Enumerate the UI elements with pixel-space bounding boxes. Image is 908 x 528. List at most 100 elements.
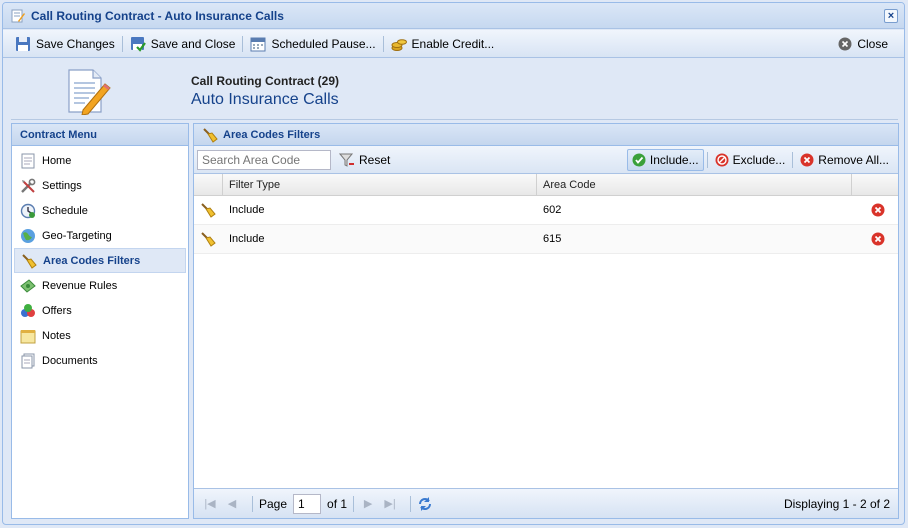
broom-icon bbox=[194, 196, 223, 224]
sidebar-item-revenue-rules[interactable]: Revenue Rules bbox=[14, 273, 186, 298]
first-page-icon[interactable]: |◀ bbox=[202, 496, 218, 512]
contract-subtitle: Call Routing Contract (29) bbox=[191, 74, 340, 88]
save-changes-button[interactable]: Save Changes bbox=[11, 33, 119, 55]
toolbar-separator bbox=[121, 35, 123, 52]
toolbar-separator bbox=[706, 152, 708, 168]
exclude-button[interactable]: Exclude... bbox=[711, 149, 790, 171]
last-page-icon[interactable]: ▶| bbox=[382, 496, 398, 512]
include-label: Include... bbox=[649, 153, 699, 167]
remove-all-button[interactable]: Remove All... bbox=[796, 149, 893, 171]
toolbar-separator bbox=[792, 152, 794, 168]
grid-actions: Include... Exclude... Remove All... bbox=[626, 149, 893, 171]
toolbar-separator bbox=[242, 35, 244, 52]
sidebar-item-home[interactable]: Home bbox=[14, 148, 186, 173]
clock-icon bbox=[20, 203, 36, 219]
window-close-icon[interactable]: × bbox=[884, 9, 898, 23]
close-button[interactable]: Close bbox=[834, 33, 892, 55]
sidebar-item-label: Geo-Targeting bbox=[42, 229, 112, 242]
contract-header: Call Routing Contract (29) Auto Insuranc… bbox=[11, 59, 898, 120]
pager-separator bbox=[353, 495, 355, 512]
window-titlebar[interactable]: Call Routing Contract - Auto Insurance C… bbox=[3, 3, 904, 29]
area-codes-heading: Area Codes Filters bbox=[194, 124, 898, 146]
broom-icon bbox=[202, 127, 218, 143]
main-toolbar: Save Changes Save and Close Scheduled Pa… bbox=[3, 30, 904, 58]
filter-funnel-icon bbox=[339, 152, 355, 168]
contract-menu-heading: Contract Menu bbox=[12, 124, 188, 146]
broom-icon bbox=[194, 225, 223, 253]
sidebar-item-label: Home bbox=[42, 154, 72, 167]
delete-row-icon[interactable] bbox=[852, 225, 898, 253]
window-title: Call Routing Contract - Auto Insurance C… bbox=[31, 8, 284, 23]
contract-window: Call Routing Contract - Auto Insurance C… bbox=[2, 2, 905, 525]
cell-area-code: 615 bbox=[543, 233, 562, 245]
note-icon bbox=[20, 328, 36, 344]
reset-label: Reset bbox=[359, 152, 391, 167]
tools-icon bbox=[20, 178, 36, 194]
calendar-icon bbox=[250, 36, 266, 52]
grid-header: Filter Type Area Code bbox=[194, 174, 898, 196]
reset-button[interactable]: Reset bbox=[335, 149, 394, 171]
check-circle-icon bbox=[632, 153, 646, 167]
save-and-close-button[interactable]: Save and Close bbox=[126, 33, 240, 55]
column-header-area-code[interactable]: Area Code bbox=[537, 174, 852, 195]
coins-icon bbox=[391, 36, 407, 52]
sidebar-item-label: Settings bbox=[42, 179, 82, 192]
document-edit-icon bbox=[63, 67, 111, 115]
sidebar-item-label: Revenue Rules bbox=[42, 279, 118, 292]
area-codes-heading-label: Area Codes Filters bbox=[223, 128, 321, 141]
search-area-code-input[interactable] bbox=[197, 149, 331, 170]
table-row[interactable]: Include 602 bbox=[194, 196, 898, 225]
money-icon bbox=[20, 278, 36, 294]
cell-filter-type: Include bbox=[229, 233, 265, 245]
home-page-icon bbox=[20, 153, 36, 169]
grid-toolbar: Reset Include... Exclude... Remove All..… bbox=[194, 146, 898, 174]
sidebar-item-settings[interactable]: Settings bbox=[14, 173, 186, 198]
save-and-close-label: Save and Close bbox=[150, 36, 236, 51]
cell-area-code: 602 bbox=[543, 204, 562, 216]
next-page-icon[interactable]: ▶ bbox=[360, 496, 376, 512]
column-header-icon bbox=[194, 174, 223, 195]
page-label: Page bbox=[259, 496, 288, 511]
close-label: Close bbox=[857, 37, 888, 51]
broom-icon bbox=[21, 253, 37, 269]
column-header-filter-type[interactable]: Filter Type bbox=[223, 174, 537, 195]
scheduled-pause-label: Scheduled Pause... bbox=[271, 36, 376, 51]
sidebar-item-label: Documents bbox=[42, 354, 98, 367]
contract-menu-panel: Contract Menu Home Settings Schedule Geo… bbox=[11, 123, 189, 519]
column-header-actions bbox=[852, 174, 898, 195]
delete-row-icon[interactable] bbox=[852, 196, 898, 224]
contract-menu-list: Home Settings Schedule Geo-Targeting Are… bbox=[12, 146, 188, 373]
sidebar-item-area-codes-filters[interactable]: Area Codes Filters bbox=[14, 248, 186, 273]
area-codes-panel: Area Codes Filters Reset Include... Excl… bbox=[193, 123, 899, 519]
pencil-note-icon bbox=[11, 9, 25, 23]
sidebar-item-offers[interactable]: Offers bbox=[14, 298, 186, 323]
delete-circle-icon bbox=[800, 153, 814, 167]
shapes-icon bbox=[20, 303, 36, 319]
sidebar-item-documents[interactable]: Documents bbox=[14, 348, 186, 373]
sidebar-item-label: Offers bbox=[42, 304, 72, 317]
sidebar-item-label: Schedule bbox=[42, 204, 88, 217]
sidebar-item-geo-targeting[interactable]: Geo-Targeting bbox=[14, 223, 186, 248]
table-row[interactable]: Include 615 bbox=[194, 225, 898, 254]
grid-pager: |◀ ◀ Page of 1 ▶ ▶| Displaying 1 - 2 of … bbox=[194, 488, 898, 518]
page-number-input[interactable] bbox=[293, 493, 322, 514]
toolbar-separator bbox=[382, 35, 384, 52]
close-circle-icon bbox=[838, 37, 852, 51]
refresh-icon[interactable] bbox=[417, 496, 433, 512]
scheduled-pause-button[interactable]: Scheduled Pause... bbox=[246, 33, 379, 55]
floppy-disk-icon bbox=[15, 36, 31, 52]
sidebar-item-schedule[interactable]: Schedule bbox=[14, 198, 186, 223]
globe-icon bbox=[20, 228, 36, 244]
pager-separator bbox=[252, 495, 253, 512]
documents-icon bbox=[20, 353, 36, 369]
enable-credit-button[interactable]: Enable Credit... bbox=[387, 33, 499, 55]
previous-page-icon[interactable]: ◀ bbox=[224, 496, 240, 512]
save-changes-label: Save Changes bbox=[36, 36, 115, 51]
pager-display-info: Displaying 1 - 2 of 2 bbox=[783, 497, 890, 511]
sidebar-item-label: Area Codes Filters bbox=[43, 254, 141, 267]
cell-filter-type: Include bbox=[229, 204, 265, 216]
include-button[interactable]: Include... bbox=[626, 149, 704, 171]
no-entry-icon bbox=[715, 153, 729, 167]
enable-credit-label: Enable Credit... bbox=[411, 36, 495, 51]
sidebar-item-notes[interactable]: Notes bbox=[14, 323, 186, 348]
